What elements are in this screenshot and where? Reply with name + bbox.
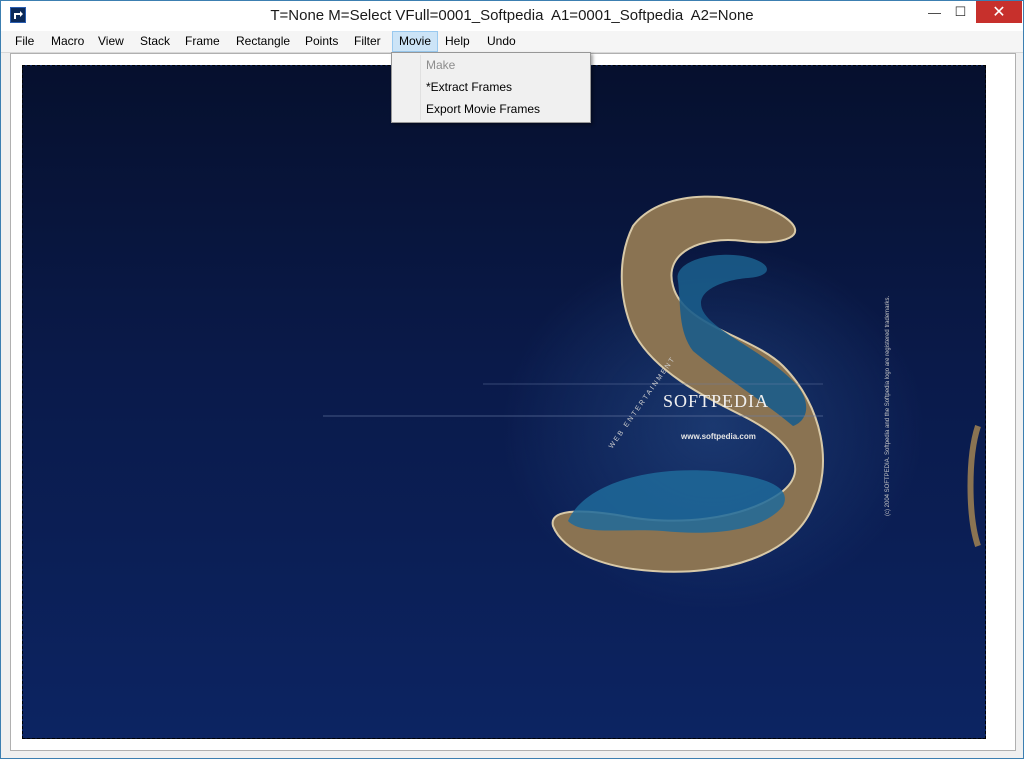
menu-macro[interactable]: Macro xyxy=(45,31,90,52)
brand-logo-text: SOFTPEDIA xyxy=(663,391,770,411)
menu-stack[interactable]: Stack xyxy=(134,31,176,52)
app-window: T=None M=Select VFull=0001_Softpedia A1=… xyxy=(0,0,1024,759)
menu-points[interactable]: Points xyxy=(299,31,344,52)
menu-movie[interactable]: Movie xyxy=(392,31,439,52)
image-canvas[interactable]: SOFTPEDIA www.softpedia.com WEB ENTERTAI… xyxy=(10,53,1016,751)
menu-help[interactable]: Help xyxy=(439,31,476,52)
menu-bar: File Macro View Stack Frame Rectangle Po… xyxy=(1,31,1023,53)
maximize-button[interactable]: ☐ xyxy=(947,1,974,23)
copyright-text: (c) 2004 SOFTPEDIA. Softpedia and the So… xyxy=(885,295,891,516)
menu-undo[interactable]: Undo xyxy=(481,31,522,52)
menu-item-export-movie-frames[interactable]: Export Movie Frames xyxy=(393,98,589,120)
menu-frame[interactable]: Frame xyxy=(179,31,226,52)
menu-rectangle[interactable]: Rectangle xyxy=(230,31,296,52)
movie-dropdown-menu: Make *Extract Frames Export Movie Frames xyxy=(391,52,591,123)
loaded-image[interactable]: SOFTPEDIA www.softpedia.com WEB ENTERTAI… xyxy=(21,64,987,740)
menu-item-make: Make xyxy=(426,58,456,72)
menu-filter[interactable]: Filter xyxy=(348,31,387,52)
brand-url-text: www.softpedia.com xyxy=(681,432,756,441)
menu-item-extract-frames[interactable]: *Extract Frames xyxy=(393,76,589,98)
menu-file[interactable]: File xyxy=(9,31,40,52)
close-button[interactable]: ✕ xyxy=(976,1,1022,23)
window-title: T=None M=Select VFull=0001_Softpedia A1=… xyxy=(270,7,754,24)
menu-view[interactable]: View xyxy=(92,31,130,52)
island-artwork xyxy=(323,195,981,573)
minimize-button[interactable]: — xyxy=(920,1,949,23)
title-bar[interactable]: T=None M=Select VFull=0001_Softpedia A1=… xyxy=(1,1,1023,31)
